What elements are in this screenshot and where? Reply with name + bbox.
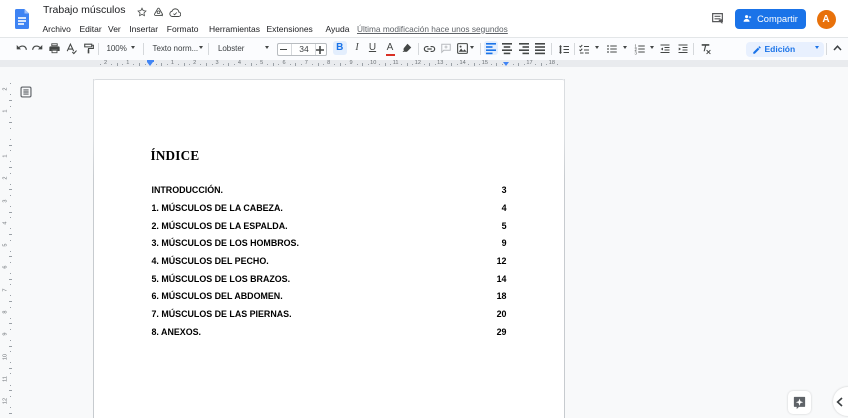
svg-text:3: 3 <box>634 50 637 55</box>
